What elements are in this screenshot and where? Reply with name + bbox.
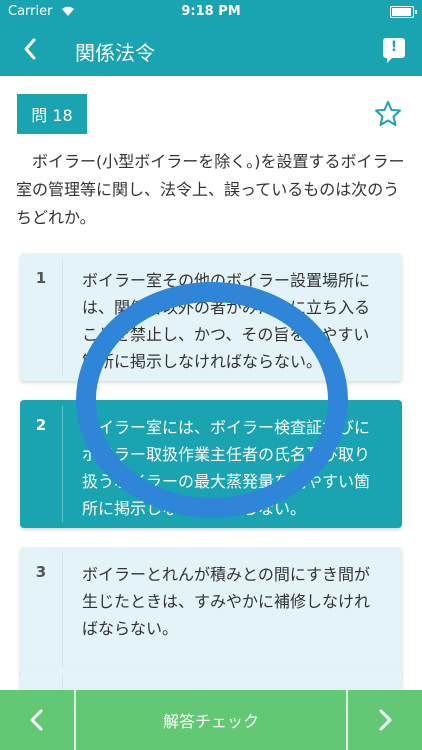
question-text: ボイラー(小型ボイラーを除く。)を設置するボイラー室の管理等に関し、法令上、誤っ… — [16, 152, 405, 227]
choice-divider — [62, 259, 63, 375]
status-time: 9:18 PM — [181, 4, 241, 19]
report-icon[interactable]: ! — [383, 38, 405, 63]
status-bar: Carrier 9:18 PM — [0, 0, 422, 24]
back-chevron-icon[interactable] — [16, 34, 46, 64]
choice-divider — [62, 553, 63, 669]
choice-option-2[interactable]: 2 ボイラー室には、ボイラー検査証並びにボイラー取扱作業主任者の氏名及び取り扱う… — [20, 400, 402, 528]
choice-number: 1 — [35, 269, 47, 287]
navigation-bar: 関係法令 ! — [0, 24, 422, 76]
chevron-right-icon — [379, 709, 392, 731]
choice-divider — [62, 406, 63, 522]
page-title: 関係法令 — [75, 41, 155, 65]
battery-icon — [390, 6, 417, 18]
choice-text: ボイラー室その他のボイラー設置場所には、関係者以外の者がみだりに立ち入ることを禁… — [82, 271, 371, 371]
choice-number: 3 — [35, 563, 47, 581]
choice-text: ボイラーとれんが積みとの間にすき間が生じたときは、すみやかに補修しなければならな… — [82, 565, 371, 638]
bottom-toolbar: 解答チェック — [0, 690, 422, 750]
previous-question-button[interactable] — [0, 690, 76, 750]
choice-option-3[interactable]: 3 ボイラーとれんが積みとの間にすき間が生じたときは、すみやかに補修しなければな… — [20, 547, 402, 675]
question-number-badge: 問 18 — [17, 94, 87, 134]
chevron-left-icon — [30, 709, 43, 731]
choice-option-1[interactable]: 1 ボイラー室その他のボイラー設置場所には、関係者以外の者がみだりに立ち入ること… — [20, 253, 402, 381]
next-question-button[interactable] — [346, 690, 422, 750]
star-outline-icon[interactable] — [374, 100, 402, 128]
answer-check-button[interactable]: 解答チェック — [76, 690, 346, 750]
choice-number: 2 — [35, 416, 47, 434]
choice-text: ボイラー室には、ボイラー検査証並びにボイラー取扱作業主任者の氏名及び取り扱うボイ… — [82, 418, 371, 518]
